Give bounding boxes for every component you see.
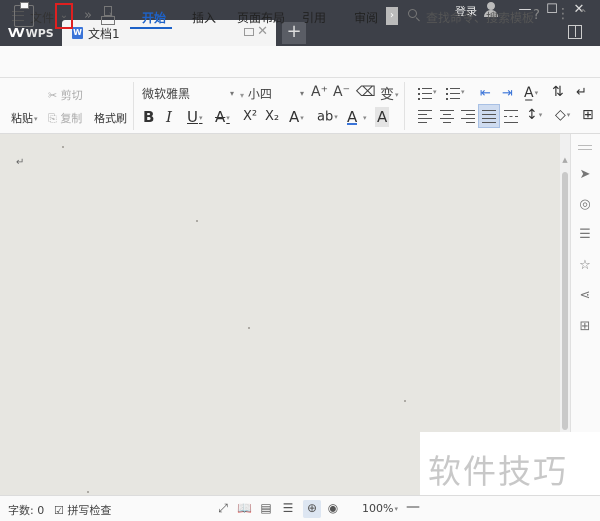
scrollbar-thumb[interactable] [562,172,568,430]
tab-home[interactable]: 开始 [142,9,166,26]
file-dropdown-button[interactable]: ⌄ [55,3,73,29]
align-right-icon[interactable] [461,110,475,123]
cut-button[interactable]: ✂ 剪切 [48,87,83,103]
monitor-icon[interactable] [244,28,254,36]
active-tab-indicator [130,27,172,29]
page-view-icon[interactable]: ▤ [259,501,273,515]
line-spacing-icon[interactable]: ↕▾ [526,107,542,123]
copy-icon: ⎘ [48,112,57,125]
web-view-icon[interactable]: ⊕ [305,501,319,515]
toolbar-divider [404,82,405,130]
shading-icon[interactable]: ◇▾ [555,107,570,123]
font-size-select[interactable]: ▾ 小四 ▾ [238,84,306,104]
copy-button[interactable]: ⎘ 复制 [48,110,82,126]
more-tabs-arrow-icon[interactable]: › [386,7,398,25]
bullet-list-icon[interactable] [418,88,432,100]
apps-grid-icon[interactable]: ⊞ [577,319,593,335]
font-size-value: 小四 [247,87,272,101]
bullet-list-dropdown[interactable]: ▾ [433,88,437,96]
menu-bar [0,46,600,78]
align-center-icon[interactable] [440,110,454,123]
copy-label: 复制 [60,112,83,125]
scissors-icon: ✂ [48,89,58,102]
outline-view-icon[interactable]: ☰ [281,501,295,515]
numbered-list-icon[interactable] [446,88,460,100]
increase-indent-icon[interactable]: ⇥ [502,86,513,101]
share-icon[interactable]: ⋖ [577,288,593,304]
grow-font-button[interactable]: A⁺ [311,84,328,100]
distributed-align-icon[interactable] [504,110,518,123]
toolbar-divider [133,82,134,130]
decrease-indent-icon[interactable]: ⇤ [480,86,491,101]
read-mode-icon[interactable]: 📖 [237,501,252,515]
superscript-button[interactable]: X² [243,107,257,127]
eye-protection-icon[interactable]: ◉ [326,501,340,515]
tab-references[interactable]: 引用 [302,9,326,26]
paste-button[interactable]: 粘贴▾ [11,110,38,126]
collapse-ribbon-icon[interactable]: ⌃ [578,7,588,21]
paste-label: 粘贴 [11,112,33,125]
format-painter-icon[interactable] [101,6,115,26]
help-icon[interactable]: ? [533,8,540,23]
italic-button[interactable]: I [166,107,172,127]
eraser-icon[interactable]: ⌫ [356,84,376,100]
borders-icon[interactable]: ⊞ [582,107,594,123]
select-pointer-icon[interactable]: ➤ [577,167,593,183]
adjust-settings-icon[interactable]: ☰ [577,227,593,243]
underline-button[interactable]: U▾ [187,107,203,127]
watermark-text: 软件技巧 [428,452,568,491]
highlight-button[interactable]: ab▾ [317,107,338,127]
scroll-up-arrow-icon[interactable]: ▲ [560,156,570,166]
chinese-layout-icon[interactable]: A̲▾ [524,85,538,101]
word-count[interactable]: 字数: 0 [8,502,44,518]
cut-label: 剪切 [60,89,83,102]
font-name-value: 微软雅黑 [142,87,191,101]
subscript-button[interactable]: X₂ [265,107,279,127]
font-name-select[interactable]: 微软雅黑 ▾ [138,84,236,104]
format-painter-button[interactable]: 格式刷 [94,110,127,126]
spell-check-icon: ☑ [54,504,64,517]
shrink-font-button[interactable]: A⁻ [333,84,350,100]
zoom-out-icon[interactable]: — [406,499,420,515]
wps-home-label: WPS [25,26,54,40]
numbered-list-dropdown[interactable]: ▾ [461,88,465,96]
strikethrough-button[interactable]: A▾ [215,107,230,127]
spell-check-label: 拼写检查 [67,504,112,517]
more-options-icon[interactable]: ⋮ [556,6,570,22]
word-doc-icon: W [72,27,83,39]
sidebar-toggle-icon[interactable] [568,25,582,39]
document-tab-label: 文档1 [88,26,120,41]
show-marks-icon[interactable]: ↵ [576,85,587,100]
phonetic-guide-button[interactable]: 变▾ [380,84,399,104]
paragraph-mark: ↵ [16,157,25,168]
shapes-icon[interactable]: ◎ [577,197,593,213]
font-color-button[interactable]: A [347,107,358,126]
wps-logo-icon: VV [8,26,25,40]
text-effect-button[interactable]: A▾ [289,107,304,127]
close-tab-icon[interactable]: ✕ [257,24,268,39]
align-justify-icon[interactable] [482,110,496,123]
command-search-input[interactable]: 查找命令、搜索模板 [426,9,534,26]
align-left-icon[interactable] [418,110,432,123]
bold-button[interactable]: B [143,107,154,127]
paste-icon[interactable] [14,2,34,27]
tab-review[interactable]: 审阅 [354,9,378,26]
size-dropdown-icon: ▾ [299,89,304,98]
double-chevron-icon[interactable]: » [84,8,92,23]
zoom-level[interactable]: 100%▾ [362,502,398,515]
tab-insert[interactable]: 插入 [192,9,216,26]
sort-icon[interactable]: ⇅ [552,84,564,100]
tab-page-layout[interactable]: 页面布局 [237,9,285,26]
char-shading-button[interactable]: A [375,107,390,127]
search-icon[interactable] [408,9,420,22]
font-dropdown-icon: ▾ [229,89,234,98]
chevron-down-icon: ⌄ [59,10,69,21]
spell-check-button[interactable]: ☑ 拼写检查 [54,502,111,518]
fullscreen-icon[interactable]: ⤢ [216,501,230,515]
star-icon[interactable]: ☆ [577,258,593,274]
font-color-dropdown[interactable]: ▾ [362,107,367,127]
